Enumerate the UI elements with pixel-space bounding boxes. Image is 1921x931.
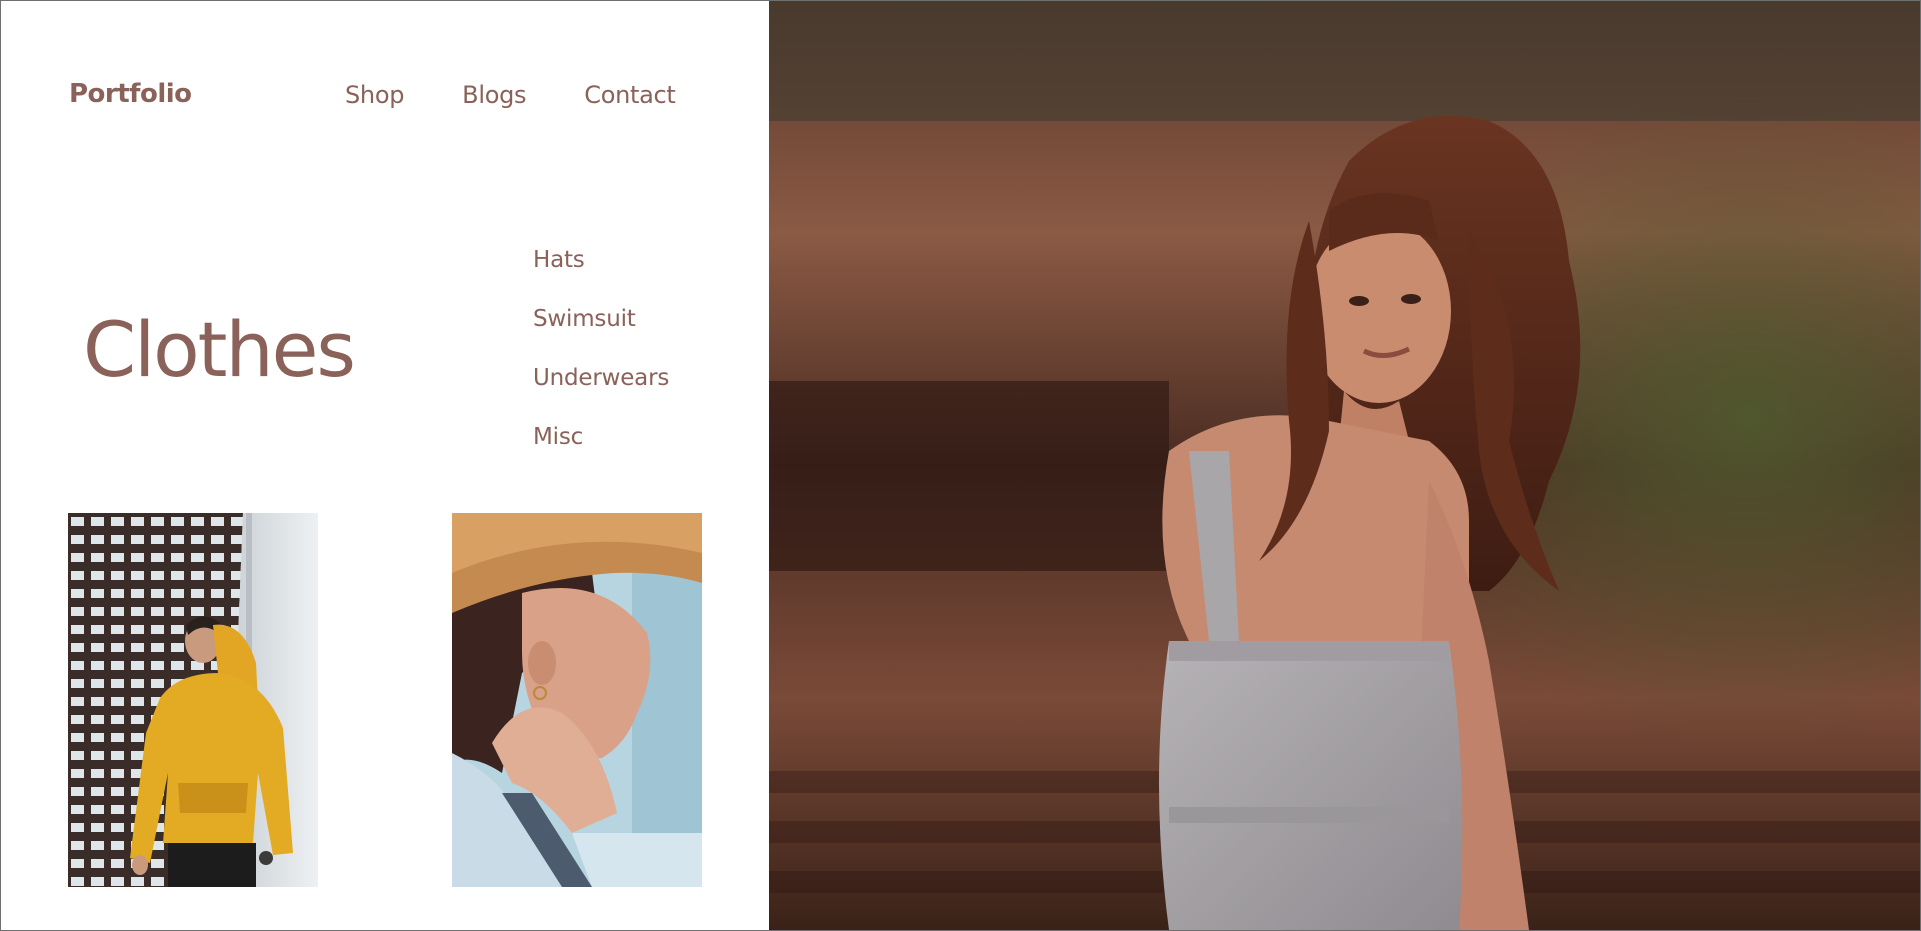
category-item-swimsuit[interactable]: Swimsuit — [533, 306, 669, 365]
yellow-hoodie-photo — [68, 513, 318, 887]
page: Portfolio Shop Blogs Contact Clothes Hat… — [0, 0, 1921, 931]
brand-logo[interactable]: Portfolio — [69, 79, 192, 109]
hero-photo-graphic — [769, 1, 1920, 930]
straw-hat-photo — [452, 513, 702, 887]
nav-link-shop[interactable]: Shop — [345, 81, 404, 109]
left-pane: Portfolio Shop Blogs Contact Clothes Hat… — [1, 1, 769, 930]
category-item-underwears[interactable]: Underwears — [533, 365, 669, 424]
main-nav: Shop Blogs Contact — [345, 81, 676, 109]
thumbnail-straw-hat[interactable] — [452, 513, 702, 887]
category-list: Hats Swimsuit Underwears Misc — [533, 247, 669, 483]
nav-link-blogs[interactable]: Blogs — [462, 81, 526, 109]
nav-link-contact[interactable]: Contact — [584, 81, 676, 109]
hero-photo — [769, 1, 1920, 930]
thumbnail-yellow-hoodie[interactable] — [68, 513, 318, 887]
category-item-misc[interactable]: Misc — [533, 424, 669, 483]
page-title: Clothes — [83, 305, 356, 394]
category-item-hats[interactable]: Hats — [533, 247, 669, 306]
